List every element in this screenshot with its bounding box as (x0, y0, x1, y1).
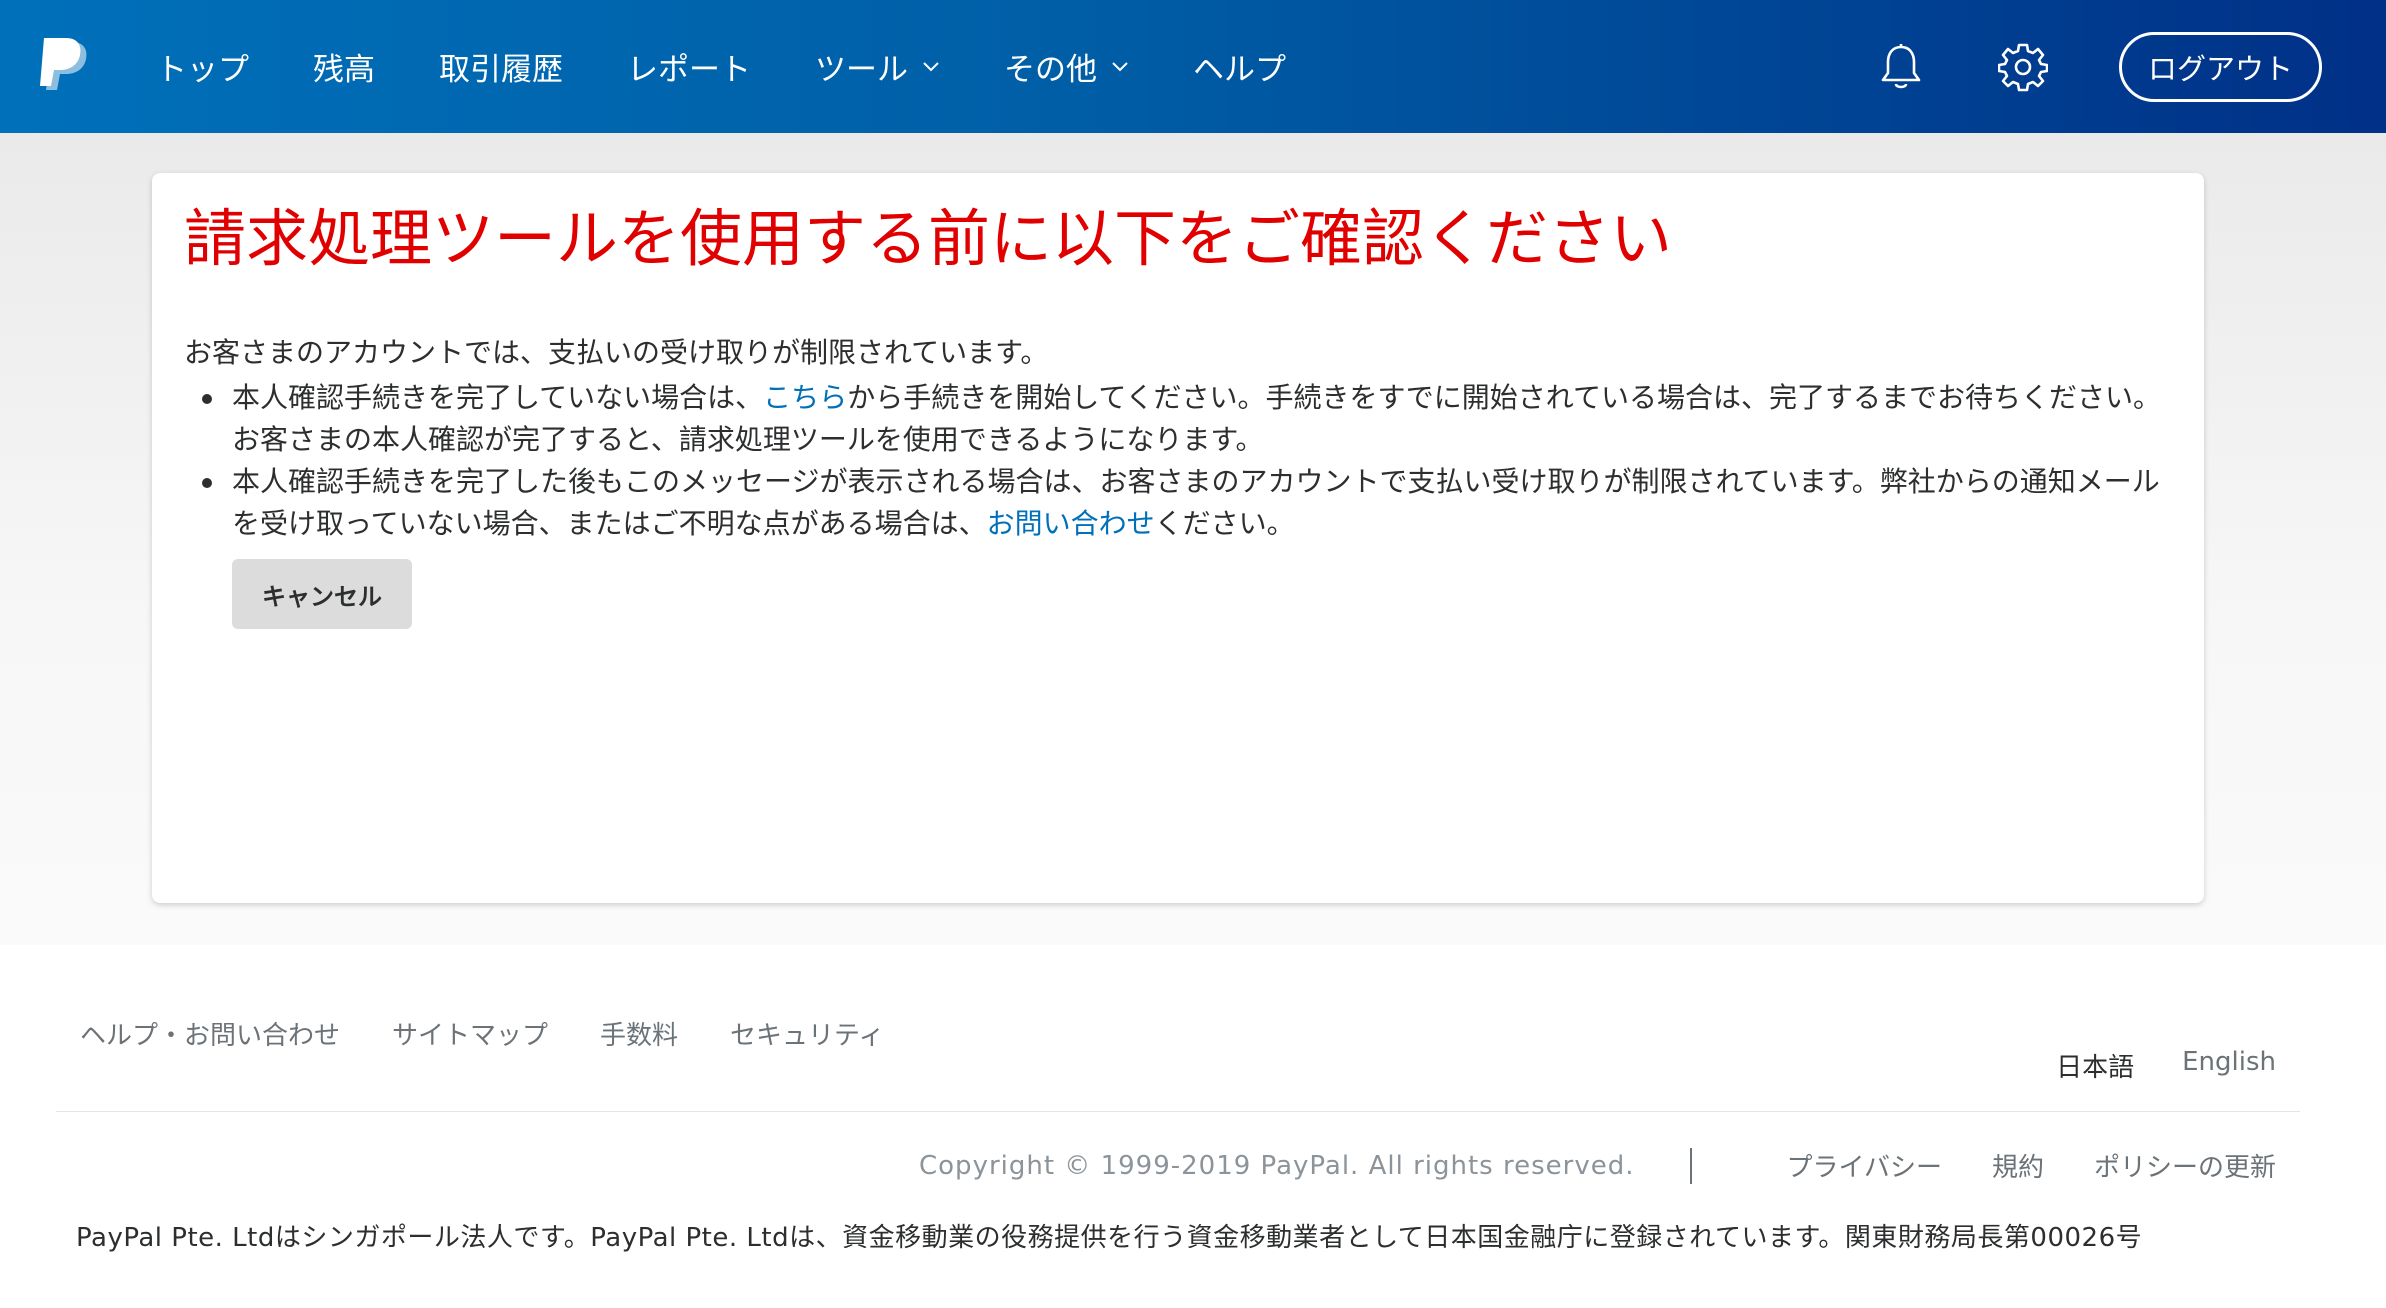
notice-card: 請求処理ツールを使用する前に以下をご確認ください お客さまのアカウントでは、支払… (152, 173, 2204, 903)
nav-label: 取引履歴 (439, 52, 563, 88)
nav-item-more[interactable]: その他 (1004, 44, 1129, 89)
page-title: 請求処理ツールを使用する前に以下をご確認ください (184, 202, 1673, 275)
footer-link-sitemap[interactable]: サイトマップ (392, 1015, 548, 1052)
legal-link-terms[interactable]: 規約 (1992, 1147, 2044, 1184)
copyright-text: Copyright © 1999-2019 PayPal. All rights… (919, 1150, 1635, 1181)
chevron-down-icon (1112, 61, 1128, 71)
footer-link-fees[interactable]: 手数料 (600, 1015, 678, 1052)
bullet-text: 本人確認手続きを完了していない場合は、 (232, 381, 764, 414)
nav-label: 残高 (313, 52, 375, 88)
main-nav: トップ 残高 取引履歴 レポート ツール その他 ヘルプ (156, 0, 1350, 133)
paypal-logo-icon[interactable] (38, 38, 94, 94)
nav-label: トップ (156, 52, 249, 88)
legal-row: Copyright © 1999-2019 PayPal. All rights… (919, 1147, 2276, 1184)
list-item: 本人確認手続きを完了した後もこのメッセージが表示される場合は、お客さまのアカウン… (202, 461, 2172, 545)
cancel-button[interactable]: キャンセル (232, 559, 412, 629)
lang-english[interactable]: English (2182, 1047, 2276, 1084)
top-header: トップ 残高 取引履歴 レポート ツール その他 ヘルプ ログアウト (0, 0, 2386, 133)
footer-link-help[interactable]: ヘルプ・お問い合わせ (80, 1015, 340, 1052)
nav-item-top[interactable]: トップ (156, 44, 249, 89)
bullet-text: ください。 (1154, 507, 1295, 540)
nav-item-tools[interactable]: ツール (815, 44, 940, 89)
gear-icon[interactable] (1997, 41, 2049, 93)
contact-link[interactable]: お問い合わせ (987, 507, 1155, 540)
footer-link-security[interactable]: セキュリティ (730, 1015, 884, 1052)
separator (1690, 1147, 1693, 1184)
main-content: 請求処理ツールを使用する前に以下をご確認ください お客さまのアカウントでは、支払… (0, 133, 2386, 945)
header-actions: ログアウト (1875, 0, 2322, 133)
legal-link-privacy[interactable]: プライバシー (1786, 1147, 1941, 1184)
nav-item-activity[interactable]: 取引履歴 (439, 44, 563, 89)
nav-label: その他 (1004, 52, 1097, 88)
company-notice: PayPal Pte. Ltdはシンガポール法人です。PayPal Pte. L… (76, 1223, 2143, 1253)
chevron-down-icon (923, 61, 939, 71)
language-switcher: 日本語 English (2008, 1047, 2276, 1084)
restriction-notice: お客さまのアカウントでは、支払いの受け取りが制限されています。 (184, 336, 1049, 369)
bell-icon[interactable] (1875, 41, 1927, 93)
logout-button[interactable]: ログアウト (2118, 31, 2322, 102)
footer-links: ヘルプ・お問い合わせ サイトマップ 手数料 セキュリティ (80, 1015, 937, 1052)
nav-label: レポート (627, 52, 751, 88)
verification-link[interactable]: こちら (763, 381, 847, 414)
footer-divider (56, 1111, 2300, 1112)
nav-item-help[interactable]: ヘルプ (1193, 44, 1286, 89)
list-item: 本人確認手続きを完了していない場合は、こちらから手続きを開始してください。手続き… (202, 377, 2172, 461)
lang-japanese[interactable]: 日本語 (2056, 1047, 2134, 1084)
instruction-list: 本人確認手続きを完了していない場合は、こちらから手続きを開始してください。手続き… (184, 377, 2172, 545)
nav-label: ヘルプ (1193, 52, 1286, 88)
nav-item-balance[interactable]: 残高 (313, 44, 375, 89)
nav-label: ツール (815, 52, 908, 88)
legal-link-policy-updates[interactable]: ポリシーの更新 (2094, 1147, 2276, 1184)
page-footer: ヘルプ・お問い合わせ サイトマップ 手数料 セキュリティ 日本語 English… (0, 945, 2386, 1308)
nav-item-reports[interactable]: レポート (627, 44, 751, 89)
